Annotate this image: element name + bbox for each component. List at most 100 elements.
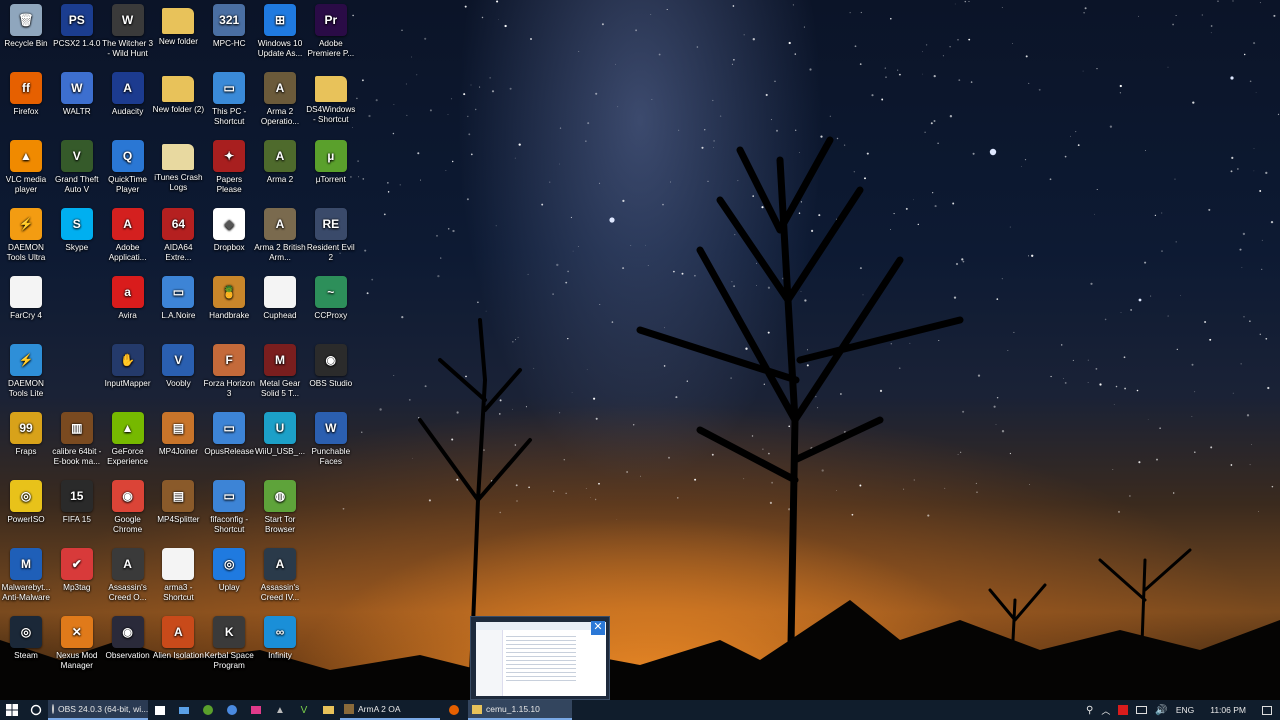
taskbar-thumbnail-preview[interactable]: ✕ (470, 616, 610, 700)
desktop-icon[interactable]: 15 FIFA 15 (51, 476, 103, 544)
desktop-icon[interactable]: ◉ OBS Studio (305, 340, 357, 408)
desktop-icon[interactable]: A Assassin's Creed O... (102, 544, 154, 612)
desktop-icon[interactable]: DS4Windows - Shortcut (305, 68, 357, 136)
desktop-icon[interactable]: ~ CCProxy (305, 272, 357, 340)
avira-tray-icon[interactable] (1118, 705, 1129, 715)
desktop-icon[interactable]: ✔ Mp3tag (51, 544, 103, 612)
desktop-icon[interactable]: FarCry 4 (0, 272, 52, 340)
action-center-icon[interactable] (1262, 705, 1272, 715)
desktop-icon[interactable]: New folder (152, 0, 204, 68)
papers-please-icon: ✦ (213, 140, 246, 172)
desktop-icon[interactable]: ff Firefox (0, 68, 52, 136)
volume-icon[interactable]: 🔊 (1155, 705, 1167, 716)
start-button[interactable] (0, 700, 24, 720)
desktop-icon[interactable]: A Arma 2 (254, 136, 306, 204)
taskbar-item-firefox[interactable] (440, 700, 468, 720)
desktop-icon[interactable]: Pr Adobe Premiere P... (305, 0, 357, 68)
desktop-icon[interactable]: ∞ Infinity (254, 612, 306, 680)
desktop-icon[interactable]: ◉ Observation (102, 612, 154, 680)
desktop-icon[interactable]: A Audacity (102, 68, 154, 136)
desktop-icon[interactable]: A Alien Isolation (152, 612, 204, 680)
desktop-icon[interactable]: RE Resident Evil 2 (305, 204, 357, 272)
desktop-icon[interactable]: 64 AIDA64 Extre... (152, 204, 204, 272)
taskbar-item-obs[interactable]: OBS 24.0.3 (64-bit, wi... (48, 700, 148, 720)
taskbar-item-arma[interactable]: ArmA 2 OA (340, 700, 440, 720)
desktop-icon[interactable]: A Arma 2 British Arm... (254, 204, 306, 272)
desktop-icon[interactable]: ✦ Papers Please (203, 136, 255, 204)
taskbar-item-folder[interactable] (316, 700, 340, 720)
desktop-icon[interactable]: ▭ fifaconfig - Shortcut (203, 476, 255, 544)
desktop-icon[interactable]: A Assassin's Creed IV... (254, 544, 306, 612)
desktop-icon[interactable]: ▤ MP4Joiner (152, 408, 204, 476)
aida64-icon: 64 (162, 208, 195, 240)
desktop-icon[interactable]: PS PCSX2 1.4.0 (51, 0, 103, 68)
desktop-icon[interactable]: ⚡ DAEMON Tools Ultra (0, 204, 52, 272)
desktop-icon[interactable]: ⚡ DAEMON Tools Lite (0, 340, 52, 408)
desktop-icon[interactable]: M Malwarebyt... Anti-Malware (0, 544, 52, 612)
desktop-icon[interactable]: A Arma 2 Operatio... (254, 68, 306, 136)
taskbar-item-mail[interactable] (172, 700, 196, 720)
desktop-icon[interactable]: Q QuickTime Player (102, 136, 154, 204)
desktop-icon[interactable]: ◎ Steam (0, 612, 52, 680)
desktop-icon[interactable]: W Punchable Faces (305, 408, 357, 476)
desktop-icon[interactable]: S Skype (51, 204, 103, 272)
desktop-icon[interactable]: V Grand Theft Auto V (51, 136, 103, 204)
desktop-icon[interactable]: ◉ Google Chrome (102, 476, 154, 544)
desktop-icon[interactable]: W The Witcher 3 - Wild Hunt (102, 0, 154, 68)
close-preview-button[interactable]: ✕ (591, 621, 605, 635)
desktop-icon[interactable]: ▭ This PC - Shortcut (203, 68, 255, 136)
taskbar-item-assassins-creed[interactable]: ▲ (268, 700, 292, 720)
desktop-icon[interactable]: V Voobly (152, 340, 204, 408)
taskbar-item-gta[interactable]: V (292, 700, 316, 720)
desktop-icon[interactable]: ◆ Dropbox (203, 204, 255, 272)
desktop-icon[interactable]: ⊞ Windows 10 Update As... (254, 0, 306, 68)
desktop-icon[interactable]: arma3 - Shortcut (152, 544, 204, 612)
taskbar-item-utorrent[interactable] (196, 700, 220, 720)
desktop-icon[interactable]: W WALTR (51, 68, 103, 136)
folder-icon (472, 704, 482, 714)
search-button[interactable] (24, 700, 48, 720)
la-noire-icon: ▭ (162, 276, 195, 308)
desktop-icon[interactable]: 🗑 Recycle Bin (0, 0, 52, 68)
desktop-icon-label: Voobly (166, 379, 191, 388)
taskbar-item-chrome[interactable] (220, 700, 244, 720)
desktop-icon[interactable]: ✕ Nexus Mod Manager (51, 612, 103, 680)
desktop-icon[interactable]: ▭ OpusRelease (203, 408, 255, 476)
desktop-icon[interactable]: ◎ Uplay (203, 544, 255, 612)
chevron-up-icon[interactable]: ︿ (1101, 704, 1110, 717)
desktop-icon-label: Grand Theft Auto V (55, 175, 99, 194)
desktop-icon[interactable]: ▭ L.A.Noire (152, 272, 204, 340)
desktop-icon[interactable]: ▤ MP4Splitter (152, 476, 204, 544)
desktop-icon[interactable]: Cuphead (254, 272, 306, 340)
desktop-icon[interactable]: A Adobe Applicati... (102, 204, 154, 272)
desktop-icon[interactable]: ▲ GeForce Experience (102, 408, 154, 476)
desktop-icon[interactable]: M Metal Gear Solid 5 T... (254, 340, 306, 408)
desktop-icon[interactable]: µ µTorrent (305, 136, 357, 204)
desktop-icon-label: InputMapper (104, 379, 151, 388)
taskbar-item-explorer[interactable]: cemu_1.15.10 (468, 700, 572, 720)
taskbar-item-app-pink[interactable] (244, 700, 268, 720)
desktop-icon[interactable]: 🍍 Handbrake (203, 272, 255, 340)
desktop-icon[interactable]: ✋ InputMapper (102, 340, 154, 408)
taskbar-item-store[interactable] (148, 700, 172, 720)
desktop-icon[interactable]: New folder (2) (152, 68, 204, 136)
desktop-icon[interactable]: ▥ calibre 64bit - E-book ma... (51, 408, 103, 476)
desktop-icon[interactable]: 321 MPC-HC (203, 0, 255, 68)
desktop-icon-label: Firefox (13, 107, 39, 116)
desktop-icon[interactable]: a Avira (102, 272, 154, 340)
desktop-icon[interactable]: ◎ PowerISO (0, 476, 52, 544)
people-icon[interactable]: ⚲ (1086, 705, 1093, 716)
desktop-icon[interactable]: 99 Fraps (0, 408, 52, 476)
desktop-icon[interactable]: ◍ Start Tor Browser (254, 476, 306, 544)
explorer-window-thumbnail[interactable] (476, 622, 606, 696)
network-icon[interactable] (1136, 706, 1148, 714)
desktop-icon-label: Kerbal Space Program (204, 651, 254, 670)
desktop-icon[interactable]: K Kerbal Space Program (203, 612, 255, 680)
clock[interactable]: 11:06 PM (1210, 705, 1246, 715)
desktop-icon[interactable]: iTunes Crash Logs (152, 136, 204, 204)
language-indicator[interactable]: ENG (1176, 705, 1194, 715)
desktop-icon[interactable]: ▲ VLC media player (0, 136, 52, 204)
desktop-icon[interactable]: F Forza Horizon 3 (203, 340, 255, 408)
mpc-hc-icon: 321 (213, 4, 246, 36)
desktop-icon[interactable]: U WiiU_USB_... (254, 408, 306, 476)
